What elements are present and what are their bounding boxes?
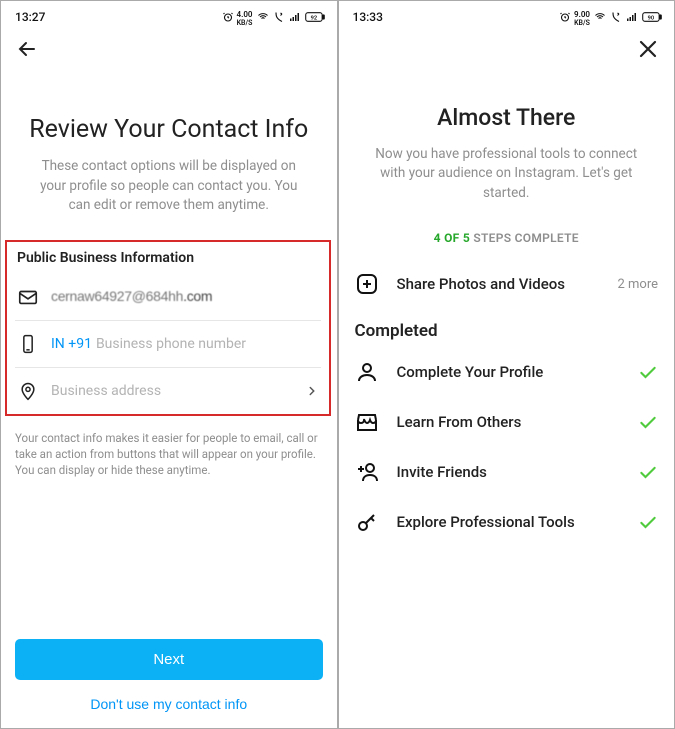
step-label: Explore Professional Tools <box>397 513 621 531</box>
chevron-right-icon <box>305 384 319 398</box>
step-label: Share Photos and Videos <box>397 275 600 293</box>
step-explore-tools[interactable]: Explore Professional Tools <box>339 497 675 547</box>
battery-icon: 92 <box>305 11 325 23</box>
alarm-icon <box>559 11 571 23</box>
page-title: Review Your Contact Info <box>21 114 317 145</box>
checkmark-icon <box>638 462 658 482</box>
page-title: Almost There <box>359 104 655 133</box>
person-icon <box>355 360 379 384</box>
svg-text:90: 90 <box>648 15 655 21</box>
signal-icon <box>625 11 639 23</box>
wifi-icon <box>593 11 607 23</box>
dont-use-contact-link[interactable]: Don't use my contact info <box>15 692 323 716</box>
alarm-icon <box>222 11 234 23</box>
page-subtitle: These contact options will be displayed … <box>21 157 317 216</box>
checkmark-icon <box>638 362 658 382</box>
close-icon[interactable] <box>636 37 660 61</box>
wifi-icon <box>256 11 270 23</box>
volte-icon <box>610 11 622 23</box>
add-person-icon <box>355 460 379 484</box>
email-value: cernaw64927@684hh.com <box>51 288 319 305</box>
checkmark-icon <box>638 512 658 532</box>
location-icon <box>17 380 39 402</box>
completed-section-label: Completed <box>339 309 675 347</box>
step-complete-profile[interactable]: Complete Your Profile <box>339 347 675 397</box>
key-icon <box>355 510 379 534</box>
checkmark-icon <box>638 412 658 432</box>
status-time: 13:33 <box>353 10 383 24</box>
email-row[interactable]: cernaw64927@684hh.com <box>15 274 321 321</box>
step-label: Complete Your Profile <box>397 363 621 381</box>
data-rate: 4.00 KB/S <box>237 11 253 23</box>
progress-indicator: 4 OF 5 STEPS COMPLETE <box>339 213 675 259</box>
step-invite-friends[interactable]: Invite Friends <box>339 447 675 497</box>
screen-review-contact-info: 13:27 4.00 KB/S 92 Review Your Contact I… <box>0 0 338 729</box>
status-time: 13:27 <box>15 10 45 24</box>
shop-icon <box>355 410 379 434</box>
data-rate: 9.00 KB/S <box>574 11 590 23</box>
nav-row <box>339 29 675 69</box>
address-row[interactable]: Business address <box>15 368 321 414</box>
phone-value: IN +91Business phone number <box>51 336 319 352</box>
page-subtitle: Now you have professional tools to conne… <box>359 145 655 204</box>
svg-text:92: 92 <box>310 15 317 21</box>
battery-icon: 90 <box>642 11 662 23</box>
address-placeholder: Business address <box>51 383 293 399</box>
status-icons: 9.00 KB/S 90 <box>559 11 662 23</box>
step-share-photos[interactable]: Share Photos and Videos 2 more <box>339 259 675 309</box>
nav-row <box>1 29 337 69</box>
step-learn-from-others[interactable]: Learn From Others <box>339 397 675 447</box>
plus-box-icon <box>355 272 379 296</box>
status-bar: 13:33 9.00 KB/S 90 <box>339 1 675 29</box>
step-label: Invite Friends <box>397 463 621 481</box>
mail-icon <box>17 286 39 308</box>
step-label: Learn From Others <box>397 413 621 431</box>
step-more: 2 more <box>617 277 658 292</box>
volte-icon <box>273 11 285 23</box>
signal-icon <box>288 11 302 23</box>
status-icons: 4.00 KB/S 92 <box>222 11 325 23</box>
public-business-info-section: Public Business Information cernaw64927@… <box>5 240 331 416</box>
phone-icon <box>17 333 39 355</box>
screen-almost-there: 13:33 9.00 KB/S 90 Almost There Now you … <box>338 0 675 729</box>
phone-row[interactable]: IN +91Business phone number <box>15 321 321 368</box>
contact-info-description: Your contact info makes it easier for pe… <box>1 422 337 486</box>
back-icon[interactable] <box>15 37 39 61</box>
next-button[interactable]: Next <box>15 639 323 680</box>
status-bar: 13:27 4.00 KB/S 92 <box>1 1 337 29</box>
section-label: Public Business Information <box>15 246 321 274</box>
